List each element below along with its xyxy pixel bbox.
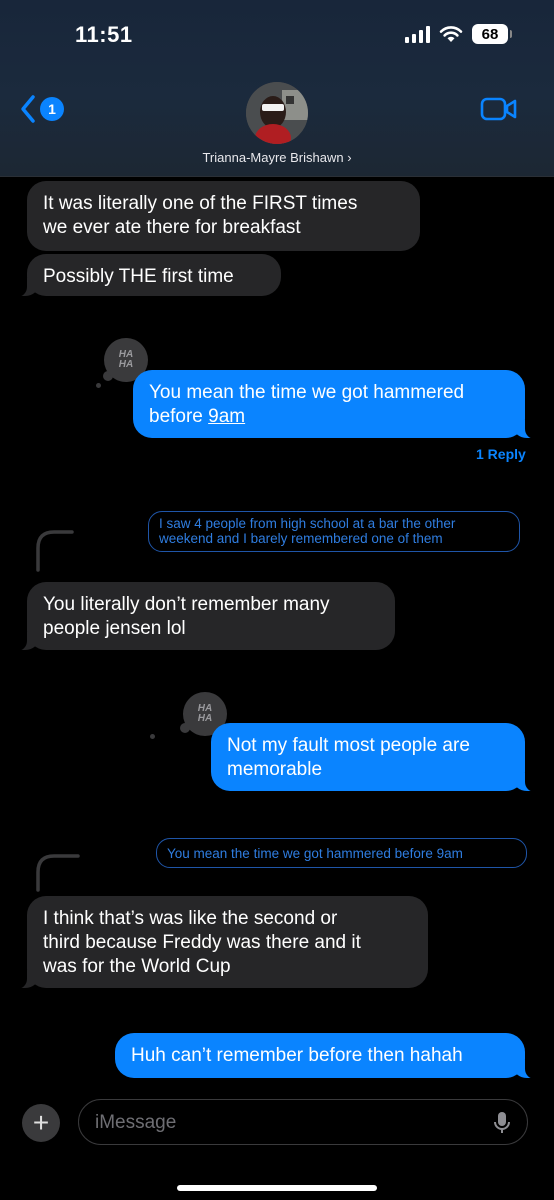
message-input-placeholder: iMessage [95,1112,177,1133]
message-text: Huh can’t remember before then hahah [131,1045,463,1066]
message-line: people jensen lol [43,618,186,639]
received-message[interactable]: Possibly THE first time [15,254,281,297]
quoted-text: You mean the time we got hammered before… [167,846,463,861]
battery-indicator: 68 [472,24,512,44]
quoted-text: weekend and I barely remembered one of t… [159,531,443,546]
contact-avatar[interactable] [246,82,308,144]
reaction-text: HA [118,359,134,370]
message-text: Not my fault most people are memorable [227,734,509,782]
reaction-text: HA [197,713,213,724]
message-line: we ever ate there for breakfast [43,217,301,238]
video-call-icon[interactable] [480,96,518,122]
message-line: memorable [227,759,323,780]
microphone-icon[interactable] [493,1111,511,1135]
message-line: You literally don’t remember many [43,594,330,615]
status-time: 11:51 [75,22,133,47]
message-text: You literally don’t remember many people… [43,593,379,641]
message-text: You mean the time we got hammered before… [149,381,509,429]
message-text: Possibly THE first time [43,266,234,287]
reply-thread-line [36,854,80,892]
reaction-bubble-dot [96,383,101,388]
message-line-text: before [149,406,209,427]
sent-message[interactable]: Huh can’t remember before then hahah [115,1033,537,1079]
home-indicator[interactable] [177,1185,377,1191]
message-line: was for the World Cup [43,956,231,977]
message-text: It was literally one of the FIRST times … [43,192,404,240]
reply-count-link[interactable]: 1 Reply [476,446,526,462]
plus-icon: + [32,1107,50,1138]
message-line: third because Freddy was there and it [43,932,361,953]
sent-message[interactable]: Not my fault most people are memorable [211,723,537,792]
message-line: I think that’s was like the second or [43,908,338,929]
quoted-message[interactable]: I saw 4 people from high school at a bar… [148,511,520,552]
avatar-image [246,82,308,144]
unread-badge: 1 [40,97,64,121]
received-message[interactable]: It was literally one of the FIRST times … [27,181,420,251]
message-line: Not my fault most people are [227,735,470,756]
quoted-message[interactable]: You mean the time we got hammered before… [156,838,527,868]
message-text: I think that’s was like the second or th… [43,907,412,979]
contact-name[interactable]: Trianna-Mayre Brishawn › [0,150,554,165]
chevron-left-icon [21,95,35,123]
received-message[interactable]: I think that’s was like the second or th… [15,896,428,989]
message-input[interactable]: iMessage [78,1099,528,1145]
quoted-text: I saw 4 people from high school at a bar… [159,516,456,531]
message-line: before 9am [149,405,509,429]
reaction-bubble-dot [150,734,155,739]
reply-thread-line [36,530,74,572]
back-button[interactable]: 1 [20,94,64,124]
message-line: You mean the time we got hammered [149,382,465,403]
time-link[interactable]: 9am [208,406,245,427]
message-line: It was literally one of the FIRST times [43,193,358,214]
sent-message[interactable]: You mean the time we got hammered before… [133,370,537,439]
status-icons: 68 [405,24,512,44]
add-attachment-button[interactable]: + [22,1104,60,1142]
wifi-icon [439,26,463,42]
cellular-signal-icon [405,25,430,43]
received-message[interactable]: You literally don’t remember many people… [15,582,395,651]
